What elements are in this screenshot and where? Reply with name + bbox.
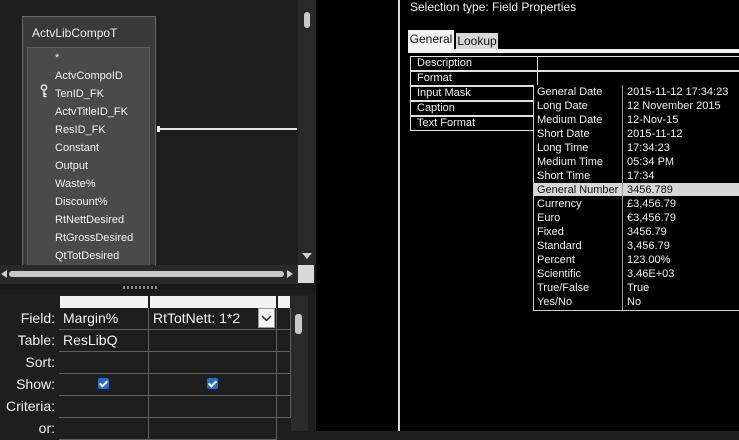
join-line[interactable] bbox=[158, 128, 297, 130]
pane-divider bbox=[316, 0, 400, 431]
table-title[interactable]: ActvLibCompoT bbox=[32, 26, 117, 40]
property-format-value[interactable] bbox=[533, 71, 739, 86]
format-option[interactable]: Short Time bbox=[537, 170, 590, 182]
format-option[interactable]: Percent bbox=[537, 254, 575, 266]
format-option[interactable]: Yes/No bbox=[537, 296, 572, 308]
field-item[interactable]: Constant bbox=[55, 142, 99, 154]
field-item[interactable]: TenID_FK bbox=[55, 88, 104, 100]
diagram-vertical-scroll-thumb[interactable] bbox=[304, 12, 310, 28]
row-label-field: Field: bbox=[20, 310, 55, 326]
field-item[interactable]: RtGrossDesired bbox=[55, 232, 133, 244]
property-format[interactable]: Format bbox=[410, 71, 538, 86]
format-option[interactable]: Long Date bbox=[537, 100, 588, 112]
property-description-value[interactable] bbox=[533, 56, 739, 71]
or-cell[interactable] bbox=[149, 418, 277, 440]
criteria-cell[interactable] bbox=[59, 396, 149, 418]
diagram-vertical-scrollbar[interactable] bbox=[298, 0, 316, 265]
format-sample: 17:34:23 bbox=[627, 142, 670, 154]
field-item[interactable]: RtNettDesired bbox=[55, 214, 124, 226]
format-sample: True bbox=[627, 282, 650, 294]
scroll-left-arrow-icon[interactable] bbox=[0, 269, 8, 279]
field-list[interactable]: * ActvCompoID TenID_FK ActvTitleID_FK Re… bbox=[27, 47, 150, 267]
column-selector[interactable] bbox=[150, 296, 276, 308]
criteria-cell[interactable] bbox=[277, 396, 291, 418]
field-list-window[interactable]: ActvLibCompoT * ActvCompoID TenID_FK Act… bbox=[22, 16, 156, 267]
format-sample: 3456.79 bbox=[627, 226, 667, 238]
grid-row-labels: Field: Table: Sort: Show: Criteria: or: bbox=[0, 294, 55, 436]
field-item[interactable]: Discount% bbox=[55, 196, 108, 208]
format-option[interactable]: Euro bbox=[537, 212, 560, 224]
format-sample: €3,456.79 bbox=[627, 212, 676, 224]
sort-cell[interactable] bbox=[59, 352, 149, 374]
format-sample: 3456.789 bbox=[627, 184, 673, 196]
format-sample: 17:34 bbox=[627, 170, 655, 182]
grid-vertical-scroll-thumb[interactable] bbox=[295, 314, 302, 334]
format-option[interactable]: Scientific bbox=[537, 268, 581, 280]
property-description[interactable]: Description bbox=[410, 56, 538, 71]
sort-cell[interactable] bbox=[149, 352, 277, 374]
splitter-grip-icon[interactable] bbox=[123, 286, 159, 289]
format-option[interactable]: Standard bbox=[537, 240, 582, 252]
format-sample: 12 November 2015 bbox=[627, 100, 721, 112]
criteria-cell[interactable] bbox=[149, 396, 277, 418]
format-sample: 05:34 PM bbox=[627, 156, 675, 168]
field-cell[interactable] bbox=[277, 308, 291, 330]
field-item[interactable]: QtTotDesired bbox=[55, 250, 119, 262]
table-cell[interactable]: ResLibQ bbox=[59, 330, 149, 352]
format-sample: 12-Nov-15 bbox=[627, 114, 679, 126]
format-sample: 123.00% bbox=[627, 254, 671, 266]
field-item[interactable]: Waste% bbox=[55, 178, 96, 190]
format-column-separator bbox=[622, 85, 623, 310]
format-sample: 3,456.79 bbox=[627, 240, 670, 252]
format-sample: 2015-11-12 bbox=[627, 128, 683, 140]
column-selector[interactable] bbox=[278, 296, 290, 308]
field-item[interactable]: * bbox=[55, 52, 59, 64]
diagram-horizontal-scroll-thumb[interactable] bbox=[9, 271, 284, 277]
format-option[interactable]: Medium Time bbox=[537, 156, 603, 168]
property-caption[interactable]: Caption bbox=[410, 101, 538, 116]
sort-cell[interactable] bbox=[277, 352, 291, 374]
format-sample: No bbox=[627, 296, 642, 308]
property-text-format[interactable]: Text Format bbox=[410, 116, 538, 131]
show-checkbox[interactable] bbox=[207, 378, 218, 389]
format-option-selected[interactable]: General Number bbox=[537, 184, 618, 196]
row-label-or: or: bbox=[38, 420, 55, 436]
tab-general[interactable]: General bbox=[408, 30, 454, 49]
field-dropdown-button[interactable] bbox=[258, 308, 275, 328]
chevron-down-icon bbox=[261, 315, 272, 322]
format-sample: £3,456.79 bbox=[627, 198, 676, 210]
format-option[interactable]: Short Date bbox=[537, 128, 590, 140]
property-input-mask[interactable]: Input Mask bbox=[410, 86, 538, 101]
selection-type-label: Selection type: Field Properties bbox=[410, 0, 577, 14]
scroll-down-arrow-icon[interactable] bbox=[301, 251, 313, 261]
field-item[interactable]: ActvTitleID_FK bbox=[55, 106, 128, 118]
field-item[interactable]: ActvCompoID bbox=[55, 70, 123, 82]
table-cell[interactable] bbox=[277, 330, 291, 352]
primary-key-icon bbox=[40, 84, 48, 98]
show-cell[interactable] bbox=[277, 374, 291, 396]
tab-lookup[interactable]: Lookup bbox=[456, 33, 498, 49]
show-checkbox[interactable] bbox=[98, 378, 109, 389]
or-cell[interactable] bbox=[59, 418, 149, 440]
scroll-right-arrow-icon[interactable] bbox=[286, 269, 294, 279]
format-option[interactable]: Long Time bbox=[537, 142, 588, 154]
field-item[interactable]: ResID_FK bbox=[55, 124, 106, 136]
row-label-sort: Sort: bbox=[25, 354, 55, 370]
scrollbar-corner bbox=[298, 265, 314, 283]
format-option[interactable]: Fixed bbox=[537, 226, 564, 238]
format-sample: 3.46E+03 bbox=[627, 268, 675, 280]
row-label-table: Table: bbox=[17, 332, 55, 348]
column-selector[interactable] bbox=[60, 296, 148, 308]
format-sample: 2015-11-12 17:34:23 bbox=[627, 86, 729, 98]
format-option[interactable]: Currency bbox=[537, 198, 582, 210]
field-cell[interactable]: Margin% bbox=[59, 308, 149, 330]
row-label-show: Show: bbox=[16, 376, 55, 392]
format-option[interactable]: General Date bbox=[537, 86, 602, 98]
table-cell[interactable] bbox=[149, 330, 277, 352]
row-label-criteria: Criteria: bbox=[5, 398, 55, 414]
format-option[interactable]: Medium Date bbox=[537, 114, 602, 126]
field-item[interactable]: Output bbox=[55, 160, 88, 172]
format-option[interactable]: True/False bbox=[537, 282, 589, 294]
